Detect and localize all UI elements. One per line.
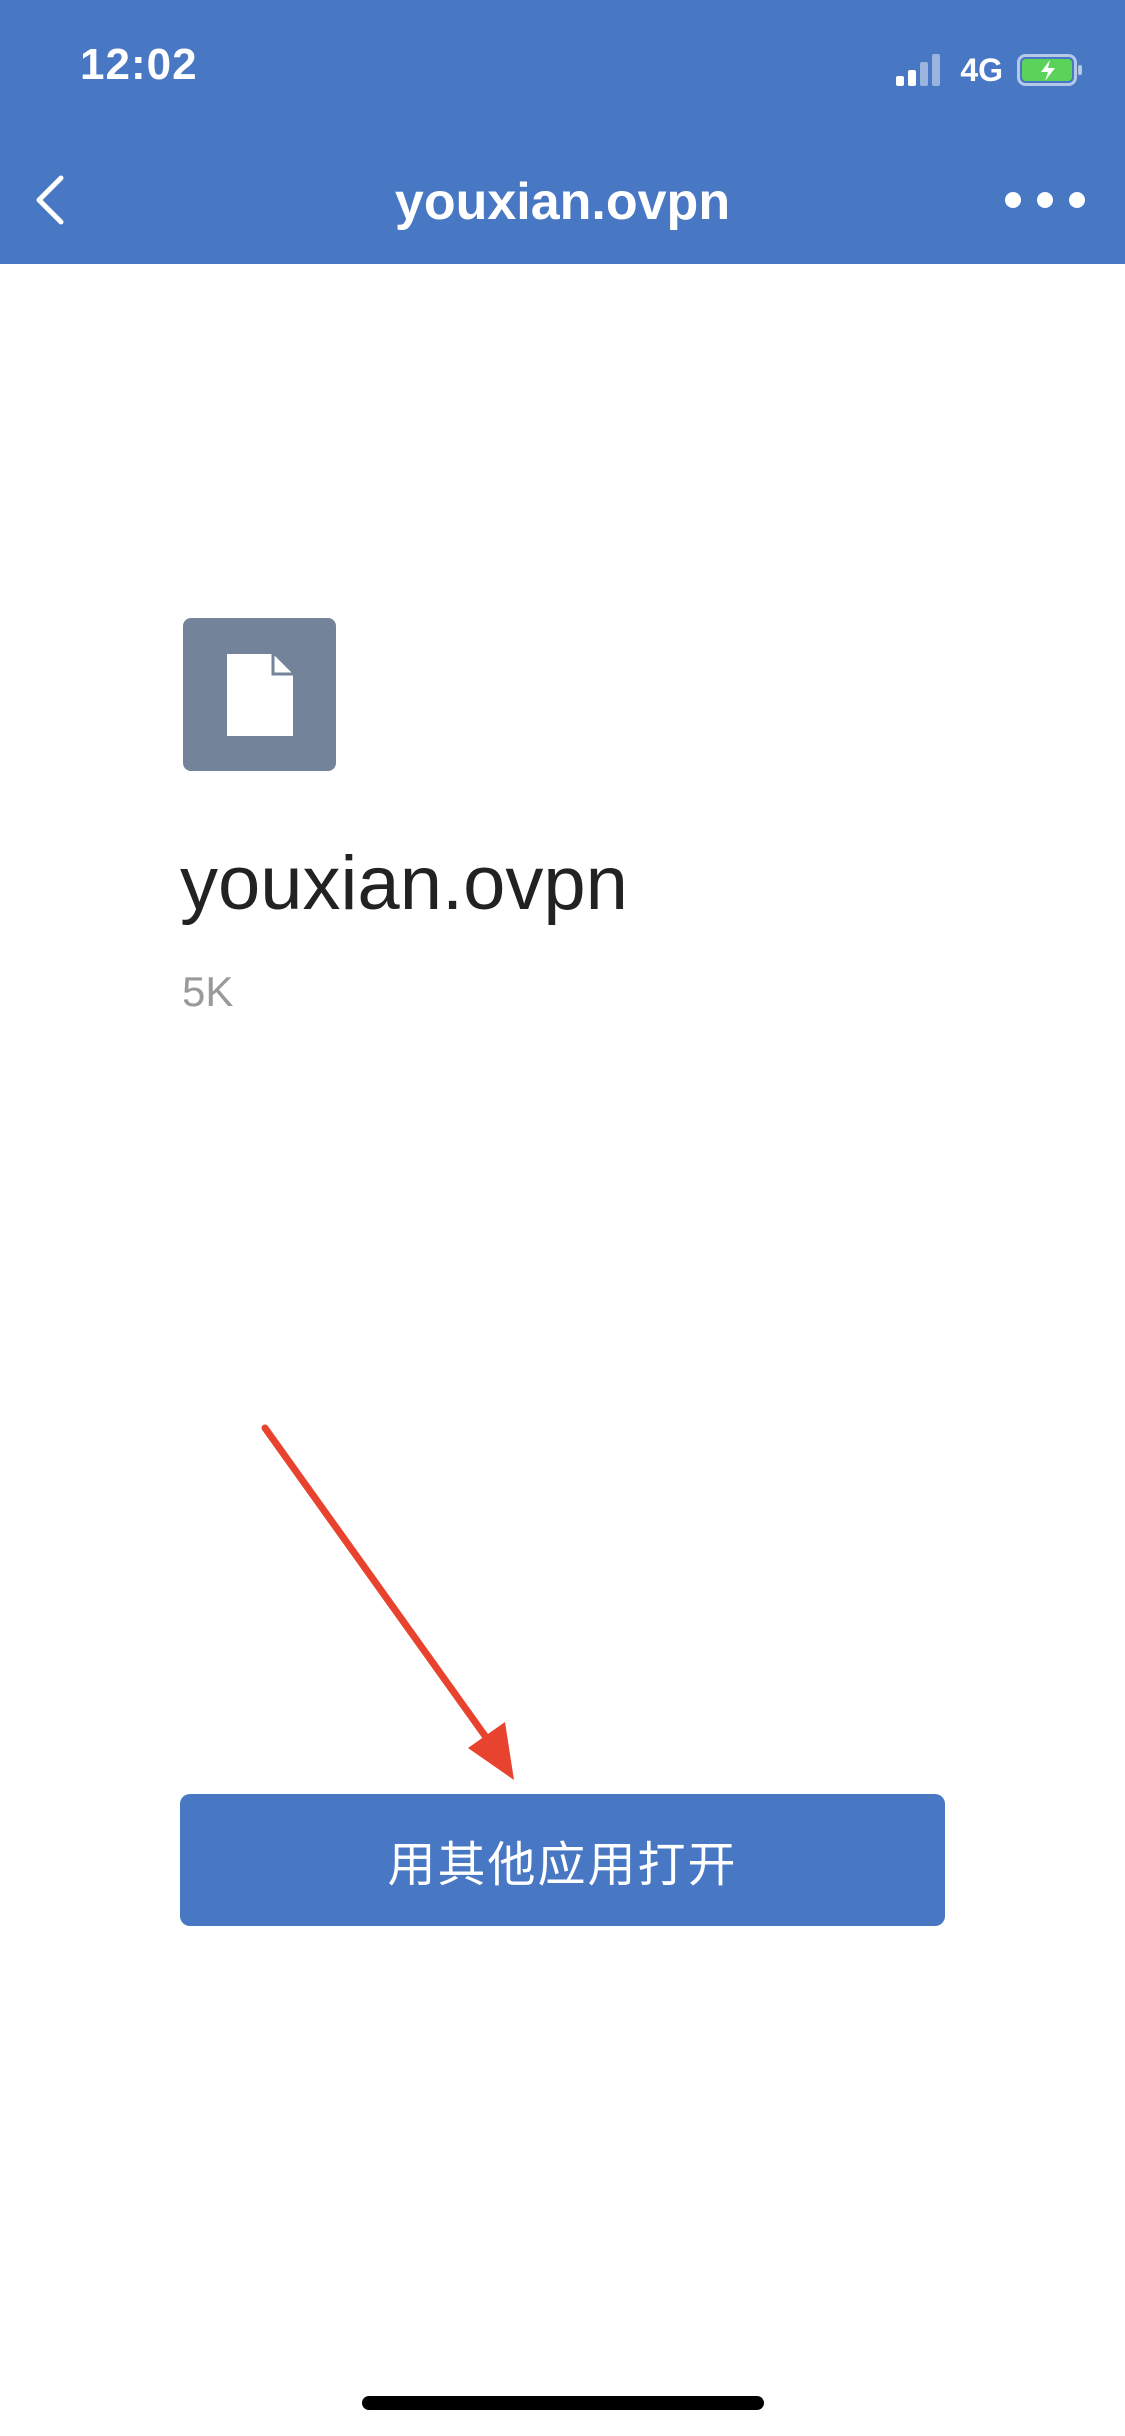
annotation-arrow [261,1424,514,1780]
open-with-other-app-button[interactable]: 用其他应用打开 [180,1794,945,1926]
app-header: 12:02 4G youxian.ovpn [0,0,1125,264]
more-icon [1005,192,1021,208]
status-time: 12:02 [80,40,198,89]
file-name: youxian.ovpn [180,841,628,926]
more-button[interactable] [1005,170,1085,230]
home-indicator[interactable] [362,2396,764,2410]
battery-icon [1017,54,1082,86]
file-size: 5K [182,968,234,1015]
page-title: youxian.ovpn [394,173,731,231]
file-icon [183,618,336,771]
network-type: 4G [960,51,1003,88]
signal-icon [896,54,944,86]
nav-bar: youxian.ovpn [0,150,1125,250]
document-icon [226,653,293,736]
status-indicators: 4G [896,50,1083,90]
